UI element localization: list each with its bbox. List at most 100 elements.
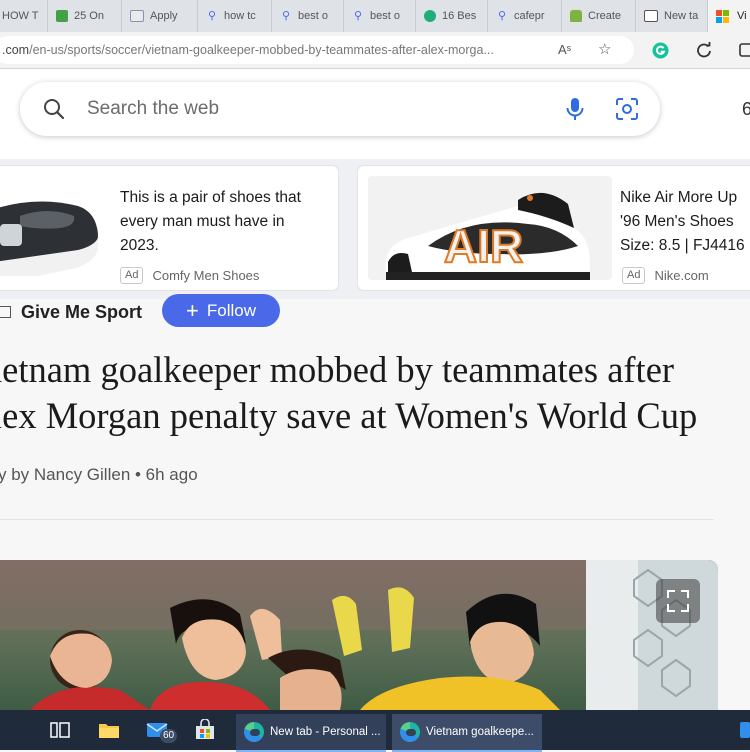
- microphone-icon[interactable]: [564, 96, 586, 127]
- tab-label: cafepr: [514, 10, 545, 22]
- image-icon: [56, 10, 68, 22]
- tab-label: best o: [370, 10, 400, 22]
- grammarly-extension-icon[interactable]: [650, 40, 670, 60]
- search-header: Search the web 6: [0, 69, 750, 159]
- store-button[interactable]: [194, 710, 216, 750]
- url-field[interactable]: .com/en-us/sports/soccer/vietnam-goalkee…: [0, 36, 634, 64]
- search-icon: ⚲: [207, 9, 217, 22]
- follow-label: Follow: [206, 300, 256, 320]
- ad-copy-line: Nike Air More Up: [620, 189, 738, 206]
- read-aloud-icon[interactable]: Aˢ: [558, 41, 571, 59]
- store-icon: [196, 719, 214, 739]
- ad-copy-line: 2023.: [120, 237, 159, 254]
- follow-button[interactable]: + Follow: [162, 294, 280, 327]
- ad-copy-line: This is a pair of shoes that: [120, 189, 301, 206]
- tab-label: how tc: [224, 10, 256, 22]
- ad-badge: Ad: [120, 267, 144, 284]
- tab-best-of-1[interactable]: ⚲ best o: [272, 0, 344, 32]
- url-text: .com/en-us/sports/soccer/vietnam-goalkee…: [0, 43, 550, 57]
- url-domain: .com: [2, 43, 30, 57]
- tab-how-to-search[interactable]: ⚲ how tc: [198, 0, 272, 32]
- search-icon: [42, 97, 66, 126]
- sponsored-ads: This is a pair of shoes that every man m…: [0, 159, 750, 299]
- app-icon: [740, 722, 750, 738]
- shoe-air-lettering: AIR: [444, 220, 523, 272]
- ad-image-nike-air-sneaker: AIR: [368, 176, 612, 280]
- file-explorer-button[interactable]: [98, 710, 120, 750]
- ad-image-slip-on-shoe: [0, 176, 100, 276]
- ad-copy: Nike Air More Up '96 Men's Shoes Size: 8…: [620, 186, 745, 258]
- tab-label: Create: [588, 10, 622, 22]
- mail-button[interactable]: 60: [146, 710, 178, 750]
- tab-label: 25 On: [74, 10, 104, 22]
- tab-vietnam-article[interactable]: Vi: [708, 0, 750, 32]
- shirt-icon: [570, 10, 582, 22]
- tab-label: 16 Bes: [442, 10, 477, 22]
- edge-browser-icon: [400, 722, 420, 742]
- microsoft-logo-icon: [716, 9, 729, 23]
- article-hero-image[interactable]: [0, 560, 718, 710]
- tab-label: best o: [298, 10, 328, 22]
- new-tab-icon: [644, 10, 658, 22]
- ad-copy: This is a pair of shoes that every man m…: [120, 186, 301, 258]
- favorite-star-icon[interactable]: ☆: [598, 41, 611, 59]
- collections-icon[interactable]: [736, 40, 750, 60]
- article-headline: ietnam goalkeeper mobbed by teammates af…: [0, 347, 750, 439]
- headline-line: ietnam goalkeeper mobbed by teammates af…: [0, 349, 675, 390]
- visual-search-icon[interactable]: [615, 97, 639, 126]
- tab-create[interactable]: Create: [562, 0, 636, 32]
- search-input[interactable]: Search the web: [87, 98, 219, 120]
- tab-25-on[interactable]: 25 On: [48, 0, 122, 32]
- tab-label: HOW T: [2, 10, 39, 22]
- taskbar-app-new-tab[interactable]: New tab - Personal ...: [236, 714, 386, 752]
- web-search-box[interactable]: Search the web: [20, 82, 660, 136]
- ad-badge: Ad: [622, 267, 646, 284]
- publisher-row: Give Me Sport: [0, 299, 142, 325]
- ad-copy-line: Size: 8.5 | FJ4416: [620, 237, 745, 254]
- ad-meta: Ad Comfy Men Shoes: [120, 267, 259, 284]
- tab-apply[interactable]: Apply: [122, 0, 198, 32]
- expand-image-button[interactable]: [656, 579, 700, 623]
- folder-icon: [99, 724, 119, 738]
- url-path: /en-us/sports/soccer/vietnam-goalkeeper-…: [29, 43, 494, 57]
- site-circle-icon: [424, 10, 436, 22]
- tab-how-to[interactable]: HOW T: [0, 0, 48, 32]
- task-view-button[interactable]: [50, 710, 70, 750]
- taskbar-app-label: Vietnam goalkeepe...: [426, 726, 534, 738]
- hero-photo-players-celebrating: [0, 560, 718, 710]
- edge-browser-icon: [244, 722, 264, 742]
- refresh-extension-icon[interactable]: [694, 40, 714, 60]
- headline-line: lex Morgan penalty save at Women's World…: [0, 395, 698, 436]
- tab-best-of-2[interactable]: ⚲ best o: [344, 0, 416, 32]
- tab-new-tab[interactable]: New ta: [636, 0, 708, 32]
- article-body: Give Me Sport + Follow ietnam goalkeeper…: [0, 294, 750, 710]
- search-icon: ⚲: [353, 9, 363, 22]
- ad-source: Comfy Men Shoes: [152, 268, 260, 283]
- publisher-logo-icon: [0, 306, 11, 318]
- tab-label: Vi: [737, 10, 747, 22]
- article-byline: y by Nancy Gillen • 6h ago: [0, 465, 198, 484]
- mail-unread-badge: 60: [160, 729, 178, 743]
- tab-cafepress[interactable]: ⚲ cafepr: [488, 0, 562, 32]
- publisher-name[interactable]: Give Me Sport: [21, 302, 142, 323]
- ad-card-comfy-shoes[interactable]: This is a pair of shoes that every man m…: [0, 166, 338, 290]
- tab-16-best[interactable]: 16 Bes: [416, 0, 488, 32]
- tab-label: Apply: [150, 10, 178, 22]
- plus-icon: +: [186, 297, 199, 323]
- taskbar-app-label: New tab - Personal ...: [270, 726, 380, 738]
- tab-label: New ta: [664, 10, 699, 22]
- fullscreen-icon: [667, 590, 689, 612]
- page-icon: [130, 10, 144, 22]
- ad-copy-line: '96 Men's Shoes: [620, 213, 734, 230]
- search-icon: ⚲: [281, 9, 291, 22]
- address-bar: .com/en-us/sports/soccer/vietnam-goalkee…: [0, 32, 750, 69]
- ad-meta: Ad Nike.com: [622, 267, 709, 284]
- search-icon: ⚲: [497, 9, 507, 22]
- taskbar-app-vietnam-article[interactable]: Vietnam goalkeepe...: [392, 714, 542, 752]
- ad-card-nike[interactable]: AIR Nike Air More Up '96 Men's Shoes Siz…: [358, 166, 750, 290]
- ad-copy-line: every man must have in: [120, 213, 285, 230]
- task-view-icon: [50, 722, 70, 738]
- ad-source: Nike.com: [654, 268, 709, 283]
- windows-taskbar: 60 New tab - Personal ... Vietnam goalke…: [0, 710, 750, 752]
- taskbar-edge-cut-icon[interactable]: [740, 710, 750, 750]
